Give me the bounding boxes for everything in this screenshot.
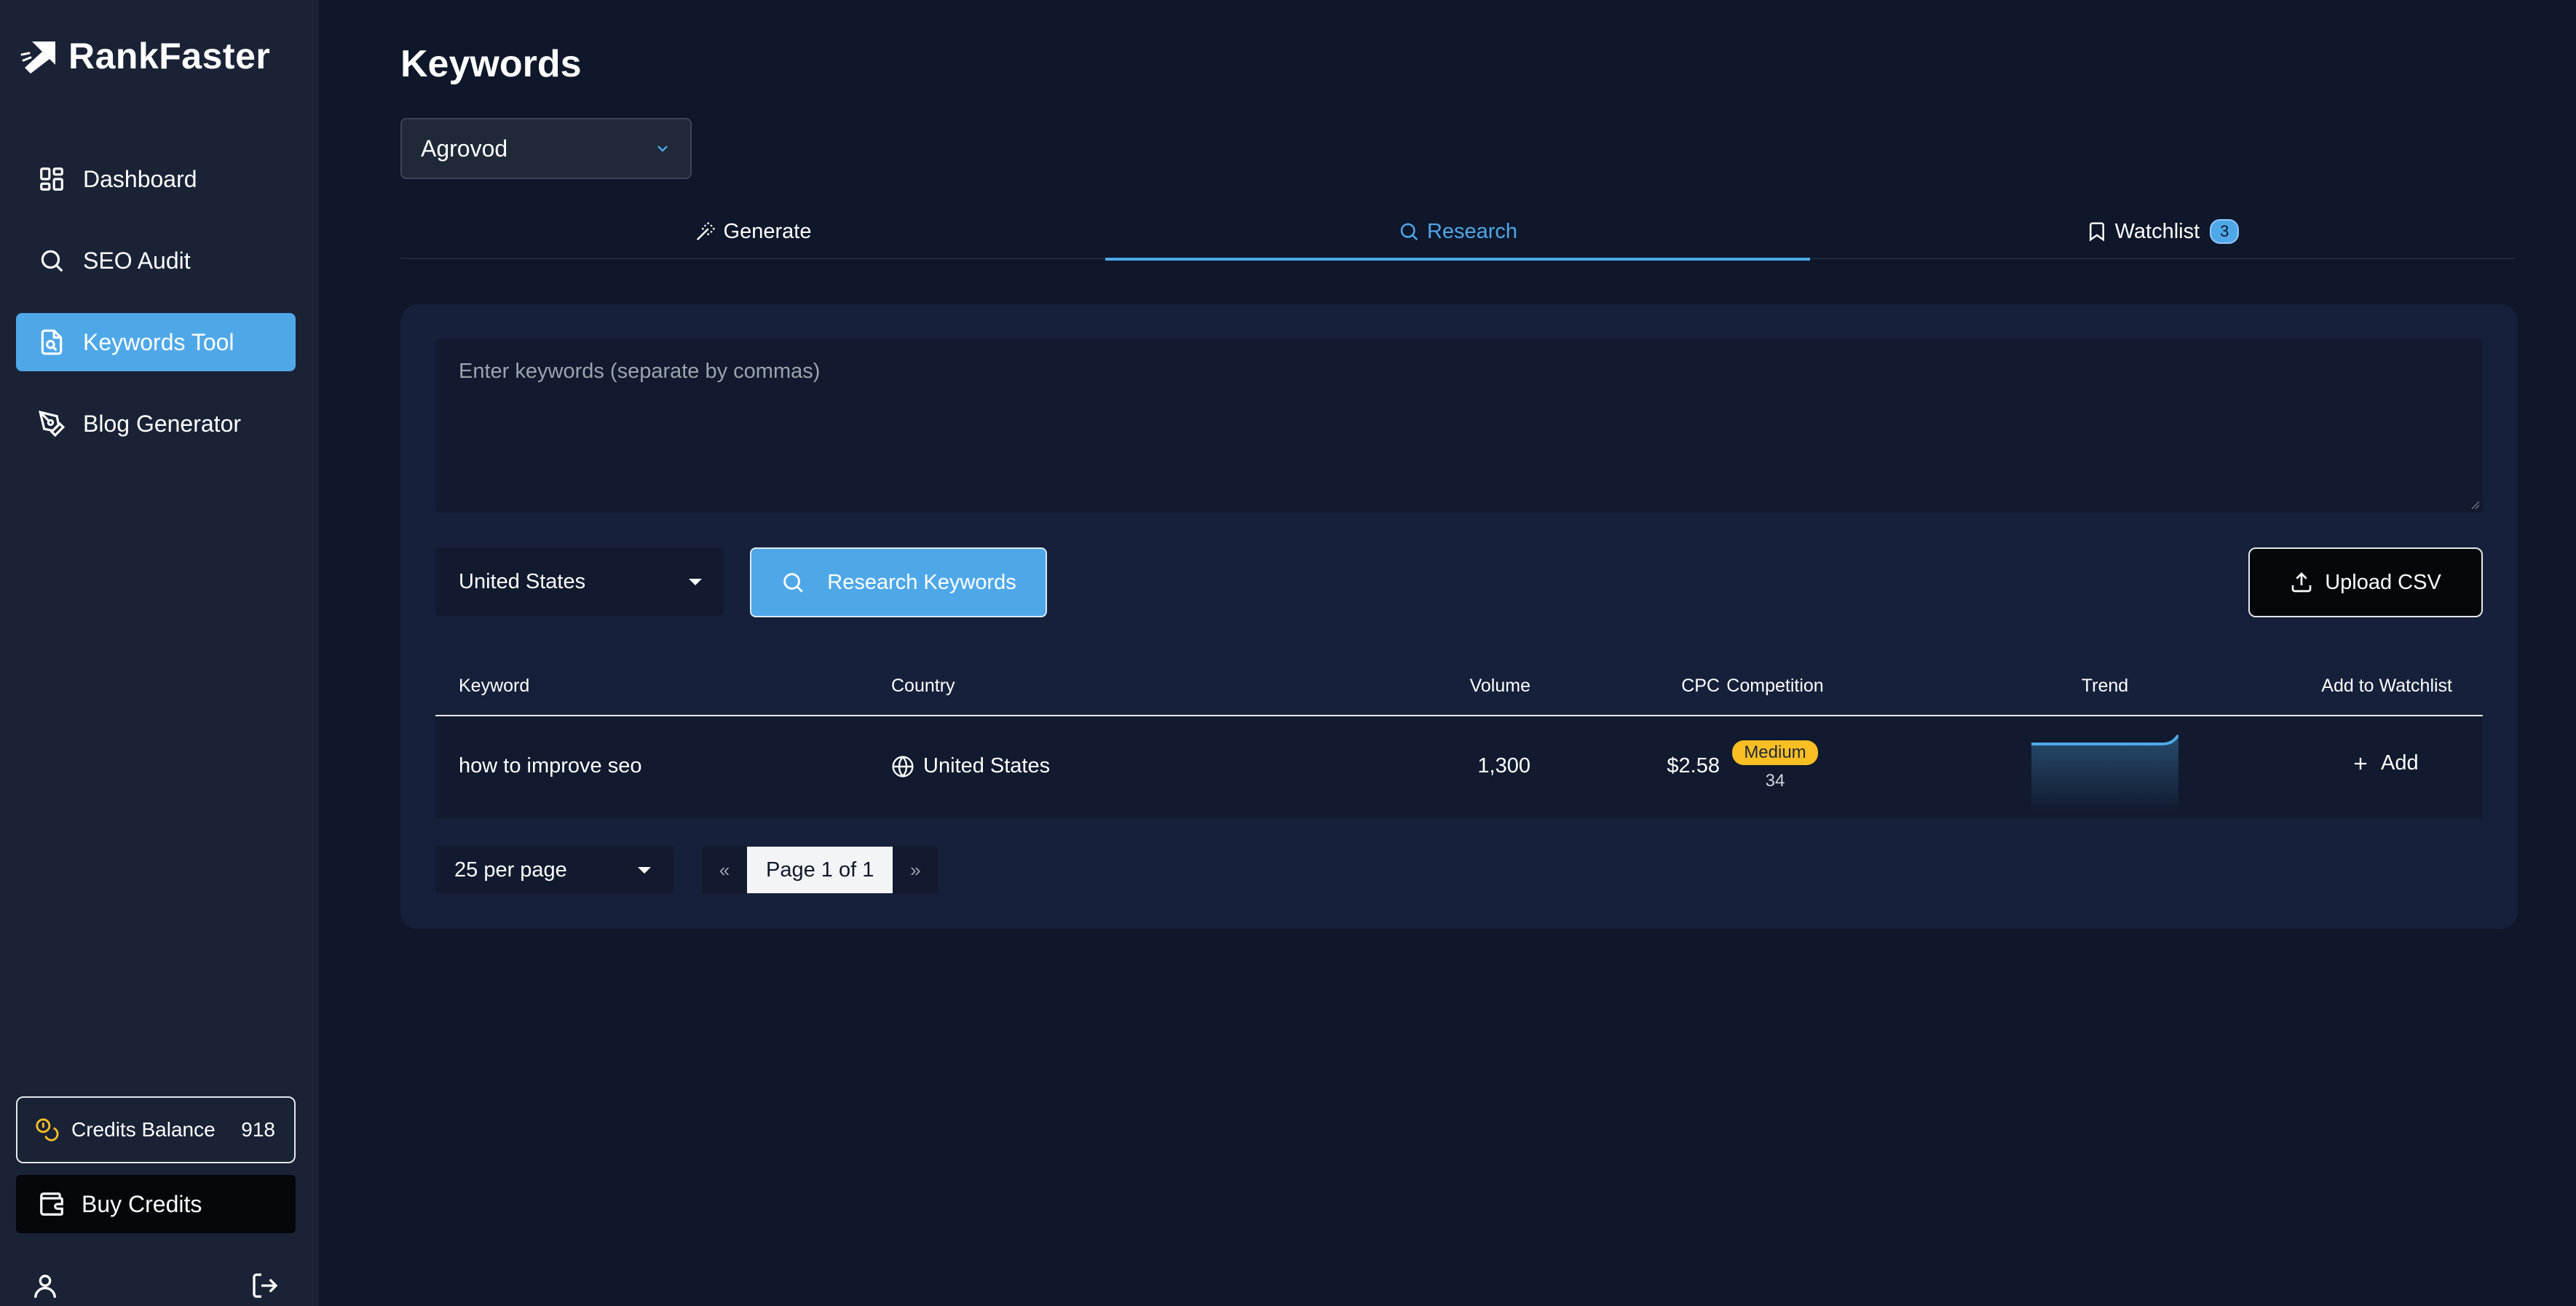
competition-badge: Medium [1732, 740, 1818, 765]
sidebar-item-blog-generator[interactable]: Blog Generator [16, 395, 296, 453]
sidebar: RankFaster Dashboard SEO Audit Keywords … [0, 0, 319, 1306]
sidebar-item-label: Dashboard [83, 165, 197, 192]
upload-csv-label: Upload CSV [2325, 570, 2441, 594]
column-header-watchlist: Add to Watchlist [2321, 676, 2452, 696]
sidebar-item-label: Blog Generator [83, 410, 242, 437]
search-icon [783, 573, 804, 593]
add-label: Add [2381, 751, 2419, 775]
logout-button[interactable] [250, 1271, 280, 1300]
keywords-table: Keyword Country Volume CPC Competition T… [435, 658, 2483, 818]
trend-sparkline [2031, 734, 2178, 812]
country-select-value: United States [459, 569, 586, 593]
column-header-competition[interactable]: Competition [1708, 676, 1842, 697]
cpc-cell: $2.58 [1667, 754, 1720, 777]
per-page-select[interactable]: 25 per page [435, 846, 674, 894]
tab-generate[interactable]: Generate [400, 205, 1105, 258]
globe-icon [892, 755, 914, 777]
column-header-country[interactable]: Country [891, 676, 955, 697]
profile-button[interactable] [31, 1271, 60, 1300]
country-cell: United States [891, 754, 1050, 778]
first-page-button[interactable]: « [702, 846, 747, 894]
search-icon [41, 250, 63, 272]
logout-icon [253, 1273, 278, 1298]
credits-balance: Credits Balance 918 [16, 1096, 296, 1163]
country-select[interactable]: United States [435, 547, 724, 616]
upload-icon [2291, 572, 2312, 593]
buy-credits-label: Buy Credits [82, 1190, 202, 1217]
sidebar-item-label: SEO Audit [83, 247, 191, 274]
sidebar-item-label: Keywords Tool [83, 328, 234, 355]
magic-wand-icon [696, 222, 715, 241]
per-page-value: 25 per page [454, 858, 567, 882]
caret-down-icon [689, 578, 702, 585]
table-header: Keyword Country Volume CPC Competition T… [435, 658, 2483, 716]
coins-icon [36, 1118, 59, 1141]
resize-grip-icon[interactable] [2468, 498, 2480, 510]
buy-credits-button[interactable]: Buy Credits [16, 1175, 296, 1233]
pagination: « Page 1 of 1 » [702, 846, 939, 894]
caret-down-icon [638, 866, 651, 874]
research-panel: United States Research Keywords Upload C… [400, 304, 2518, 929]
keywords-input[interactable] [435, 339, 2483, 512]
tab-research[interactable]: Research [1105, 205, 1810, 261]
column-header-trend: Trend [2081, 676, 2129, 696]
sidebar-item-seo-audit[interactable]: SEO Audit [16, 231, 296, 290]
column-header-cpc[interactable]: CPC [1600, 676, 1720, 697]
app-logo[interactable]: RankFaster [20, 31, 270, 82]
last-page-button[interactable]: » [893, 846, 939, 894]
keyword-cell: how to improve seo [459, 754, 642, 777]
bookmark-icon [2089, 222, 2104, 242]
project-select[interactable]: Agrovod [400, 118, 692, 179]
credits-label: Credits Balance [71, 1118, 216, 1141]
chevron-down-icon [657, 146, 668, 152]
upload-csv-button[interactable]: Upload CSV [2248, 547, 2483, 617]
tab-watchlist[interactable]: Watchlist 3 [1810, 205, 2515, 258]
competition-cell: Medium 34 [1708, 740, 1842, 791]
pen-tool-icon [39, 411, 66, 438]
user-icon [34, 1275, 56, 1298]
sidebar-item-keywords-tool[interactable]: Keywords Tool [16, 313, 296, 371]
competition-score: 34 [1765, 771, 1785, 791]
research-keywords-button[interactable]: Research Keywords [750, 547, 1047, 617]
page-indicator: Page 1 of 1 [747, 847, 893, 893]
watchlist-count-badge: 3 [2210, 219, 2240, 244]
page-title: Keywords [400, 43, 582, 85]
research-keywords-label: Research Keywords [827, 570, 1016, 594]
file-search-icon [41, 329, 63, 355]
tab-label: Research [1426, 219, 1518, 243]
sidebar-item-dashboard[interactable]: Dashboard [16, 150, 296, 208]
tab-bar: Generate Research Watchlist 3 [400, 205, 2515, 261]
dashboard-icon [40, 167, 63, 191]
volume-cell: 1,300 [1477, 754, 1530, 777]
credits-value: 918 [241, 1118, 275, 1141]
add-to-watchlist-button[interactable]: Add [2350, 751, 2419, 775]
table-row[interactable]: how to improve seo United States 1,300 $… [435, 716, 2483, 818]
wallet-icon [40, 1192, 63, 1216]
search-icon [1400, 223, 1418, 241]
app-name: RankFaster [68, 36, 271, 76]
tab-label: Generate [723, 219, 812, 243]
rocket-arrow-icon [20, 41, 55, 74]
column-header-volume[interactable]: Volume [1375, 676, 1530, 697]
country-cell-label: United States [923, 754, 1051, 777]
tab-label: Watchlist [2114, 219, 2200, 243]
plus-icon [2354, 757, 2367, 769]
column-header-keyword[interactable]: Keyword [459, 676, 529, 697]
project-select-value: Agrovod [421, 135, 508, 162]
